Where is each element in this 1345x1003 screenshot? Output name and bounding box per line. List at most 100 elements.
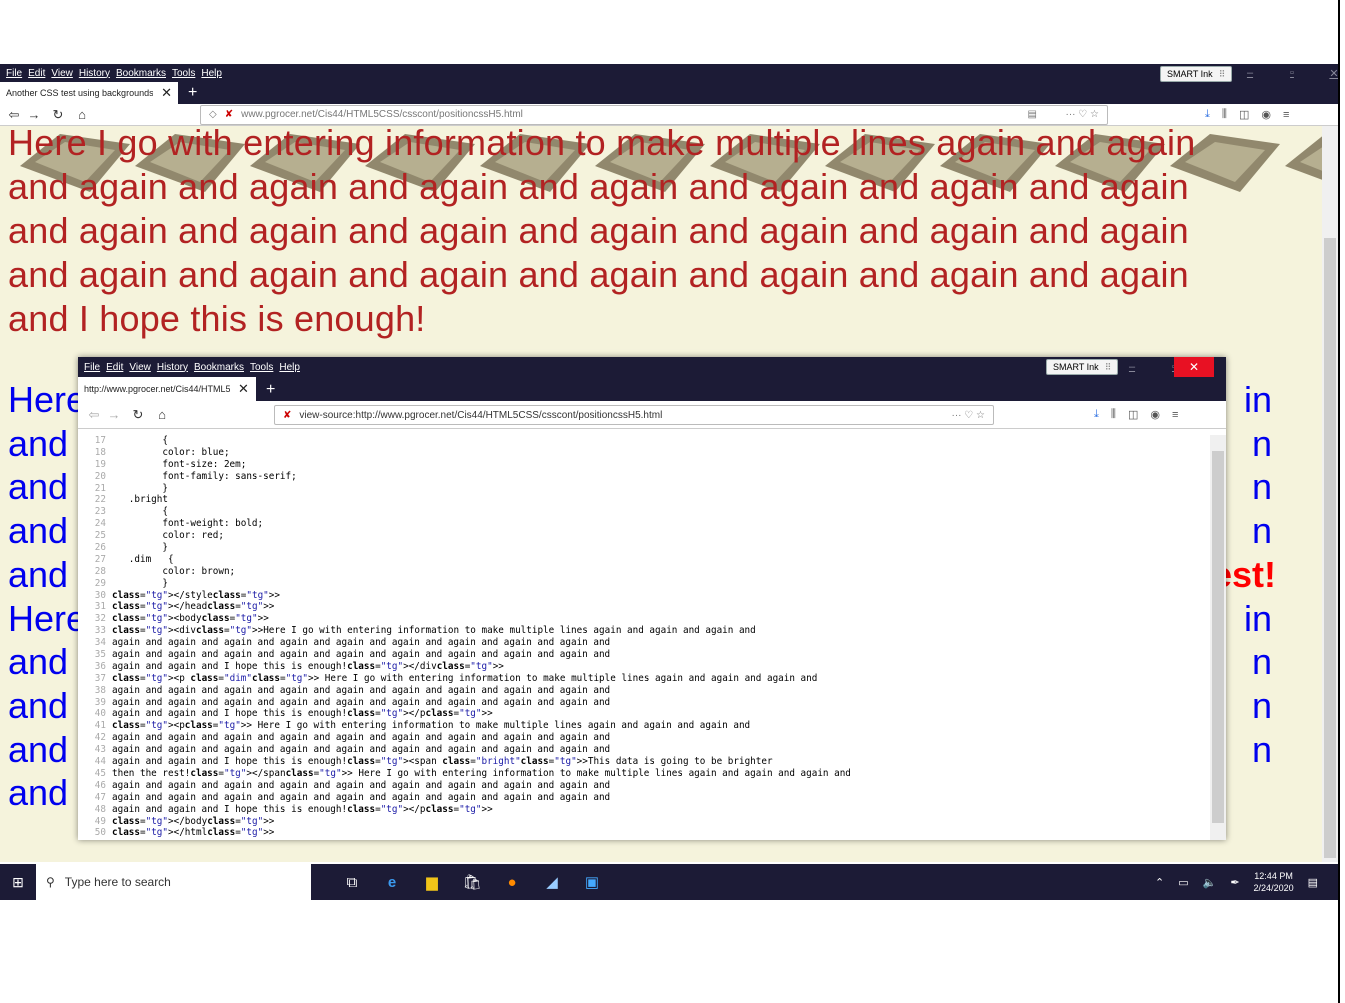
source-line: 48 again and again and I hope this is eno… [78, 804, 1210, 816]
source-line: 26 } [78, 542, 1210, 554]
account-icon[interactable]: ◉ [1150, 408, 1160, 421]
source-line: 30 class="tg"></styleclass="tg">> [78, 590, 1210, 602]
file-explorer-icon[interactable]: ▆ [421, 873, 443, 891]
network-icon[interactable]: ▭ [1178, 876, 1188, 889]
app-icon[interactable]: ◢ [541, 873, 563, 891]
menu-edit[interactable]: Edit [28, 68, 45, 79]
windows-start-icon[interactable]: ⊞ [0, 874, 36, 891]
library-icon[interactable]: ⫼ [1222, 108, 1227, 121]
front-scrollbar[interactable] [1210, 435, 1226, 840]
source-line: 25 color: red; [78, 530, 1210, 542]
close-icon[interactable]: ✕ [1316, 67, 1338, 80]
tab-close-icon[interactable]: ✕ [238, 381, 249, 397]
menu-view[interactable]: View [129, 362, 151, 373]
page-actions-icon[interactable]: ··· ♡ ☆ [1066, 109, 1099, 120]
sidebar-icon[interactable]: ◫ [1128, 408, 1138, 421]
menu-help[interactable]: Help [279, 362, 300, 373]
reload-icon[interactable]: ↻ [128, 407, 148, 423]
line-number: 35 [94, 649, 106, 661]
back-toolbar-icons: ⤓ ⫼ ◫ ◉ ≡ [1205, 108, 1289, 121]
menu-tools[interactable]: Tools [172, 68, 195, 79]
line-number: 30 [94, 589, 106, 601]
page-actions-icon[interactable]: ··· ♡ ☆ [952, 410, 985, 421]
download-icon[interactable]: ⤓ [1205, 108, 1210, 121]
forward-arrow-icon[interactable]: → [24, 107, 44, 122]
source-line: 33 class="tg"><divclass="tg">>Here I go w… [78, 625, 1210, 637]
minimize-icon[interactable]: – [1114, 361, 1150, 373]
clock[interactable]: 12:44 PM 2/24/2020 [1254, 870, 1294, 894]
menu-help[interactable]: Help [201, 68, 222, 79]
sidebar-icon[interactable]: ◫ [1239, 108, 1249, 121]
back-arrow-icon[interactable]: ⇦ [4, 107, 24, 123]
back-tab-active[interactable]: Another CSS test using backgrounds ✕ [0, 82, 178, 104]
minimize-icon[interactable]: – [1232, 67, 1268, 79]
reader-view-icon[interactable]: ▤ [1028, 109, 1037, 120]
smart-ink-button[interactable]: SMART Ink ⠿ [1160, 66, 1233, 82]
menu-history[interactable]: History [79, 68, 110, 79]
source-line: 21 } [78, 483, 1210, 495]
grip-icon: ⠿ [1218, 68, 1226, 79]
line-number: 43 [94, 744, 106, 756]
edge-icon[interactable]: e [381, 874, 403, 891]
blue-left-fragment: and [8, 510, 69, 552]
volume-icon[interactable]: 🔈 [1203, 876, 1217, 889]
back-url-bar[interactable]: ◇ ✘ www.pgrocer.net/Cis44/HTML5CSS/cssco… [200, 104, 1108, 125]
source-line: 18 color: blue; [78, 447, 1210, 459]
home-icon[interactable]: ⌂ [72, 107, 92, 122]
task-view-icon[interactable]: ⧉ [341, 874, 363, 891]
tab-close-icon[interactable]: ✕ [161, 85, 172, 101]
new-tab-icon[interactable]: + [188, 82, 197, 104]
line-code: again and again and again and again and … [112, 696, 611, 708]
blue-left-fragment: and [8, 684, 69, 726]
front-tab-active[interactable]: http://www.pgrocer.net/Cis44/HTML5CSS/cs… [78, 377, 256, 401]
source-line: 19 font-size: 2em; [78, 459, 1210, 471]
close-icon[interactable]: ✕ [1174, 357, 1214, 377]
source-line: 31 class="tg"></headclass="tg">> [78, 601, 1210, 613]
new-tab-icon[interactable]: + [266, 379, 275, 401]
download-icon[interactable]: ⤓ [1094, 408, 1099, 421]
menu-view[interactable]: View [51, 68, 73, 79]
chevron-up-icon[interactable]: ⌃ [1155, 876, 1164, 889]
pen-icon[interactable]: ✒ [1230, 876, 1239, 889]
line-number: 18 [94, 446, 106, 458]
smart-app-icon[interactable]: ▣ [581, 873, 603, 891]
menu-history[interactable]: History [157, 362, 188, 373]
dim-line: Here I go with entering information to m… [8, 126, 1196, 163]
back-arrow-icon[interactable]: ⇦ [84, 407, 104, 423]
source-line: 22 .bright [78, 494, 1210, 506]
line-number: 29 [94, 577, 106, 589]
taskbar-search[interactable]: ⚲ Type here to search [36, 864, 311, 900]
source-line: 39 again and again and again and again an… [78, 697, 1210, 709]
line-code: class="tg"><divclass="tg">>Here I go wit… [112, 625, 756, 637]
back-tabbar: Another CSS test using backgrounds ✕ + [0, 82, 1338, 104]
hamburger-menu-icon[interactable]: ≡ [1172, 409, 1178, 421]
front-url-bar[interactable]: ✘ view-source:http://www.pgrocer.net/Cis… [274, 405, 994, 425]
menu-file[interactable]: File [6, 68, 22, 79]
line-number: 44 [94, 756, 106, 768]
menu-bookmarks[interactable]: Bookmarks [194, 362, 244, 373]
notifications-icon[interactable]: ▤ [1308, 876, 1318, 889]
menu-tools[interactable]: Tools [250, 362, 273, 373]
firefox-icon[interactable]: ● [501, 874, 523, 891]
back-scroll-thumb[interactable] [1324, 238, 1336, 858]
account-icon[interactable]: ◉ [1261, 108, 1271, 121]
dim-line: and again and again and again and again … [8, 166, 1189, 207]
home-icon[interactable]: ⌂ [152, 407, 172, 422]
forward-arrow-icon[interactable]: → [104, 407, 124, 422]
blue-right-fragment: in [1243, 597, 1272, 639]
line-code: again and again and I hope this is enoug… [112, 803, 493, 815]
line-number: 45 [94, 767, 106, 779]
store-icon[interactable]: 🛍 [461, 873, 483, 891]
reload-icon[interactable]: ↻ [48, 107, 68, 123]
source-line: 43 again and again and again and again an… [78, 744, 1210, 756]
menu-bookmarks[interactable]: Bookmarks [116, 68, 166, 79]
hamburger-menu-icon[interactable]: ≡ [1283, 109, 1289, 121]
front-scroll-thumb[interactable] [1212, 451, 1224, 823]
menu-edit[interactable]: Edit [106, 362, 123, 373]
menu-file[interactable]: File [84, 362, 100, 373]
library-icon[interactable]: ⫼ [1111, 408, 1116, 421]
back-scrollbar[interactable] [1322, 126, 1338, 862]
restore-icon[interactable]: ▫ [1274, 67, 1310, 79]
line-code: class="tg"><p class="dim"class="tg">> He… [112, 672, 818, 684]
line-code: then the rest!class="tg"></spanclass="tg… [112, 767, 851, 779]
